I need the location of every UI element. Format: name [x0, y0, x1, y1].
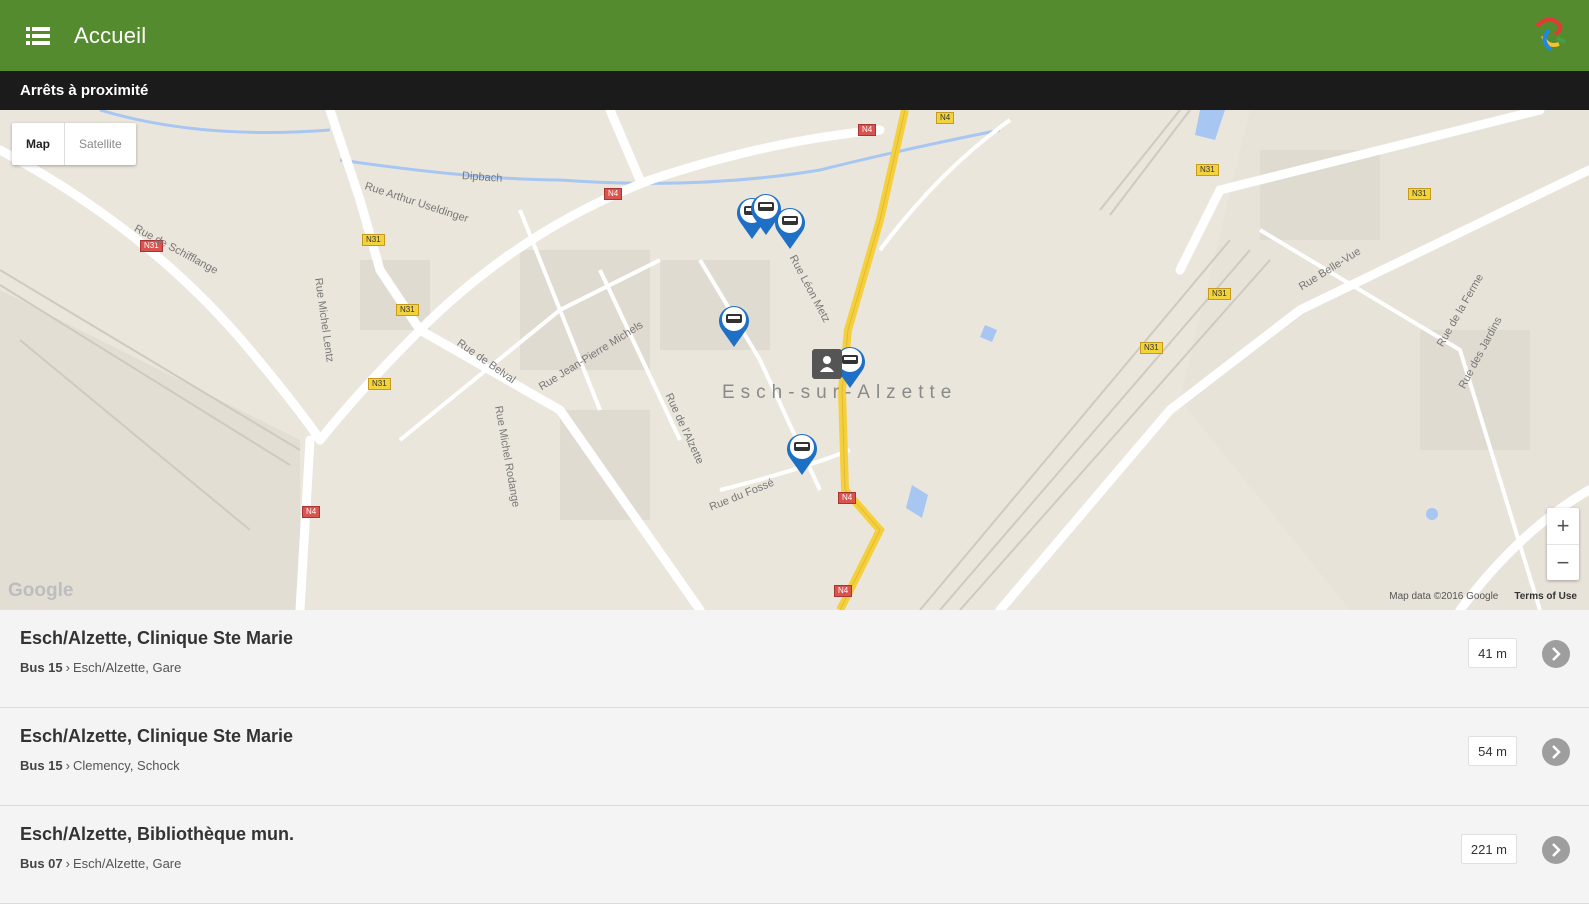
bus-stop-pin[interactable] [772, 204, 808, 250]
stop-route: Bus 15 › Clemency, Schock [20, 758, 180, 773]
chevron-right-icon[interactable] [1542, 640, 1570, 668]
distance-badge: 41 m [1468, 638, 1517, 668]
stop-route: Bus 07 › Esch/Alzette, Gare [20, 856, 181, 871]
arrow-icon: › [65, 758, 70, 773]
map-type-satellite-button[interactable]: Satellite [65, 123, 136, 165]
stop-name: Esch/Alzette, Clinique Ste Marie [20, 628, 294, 648]
road-badge: N31 [368, 378, 391, 390]
map-attribution: Map data ©2016 Google Terms of Use [1389, 591, 1577, 602]
map-type-map-button[interactable]: Map [12, 123, 65, 165]
list-item[interactable]: Esch/Alzette, Clinique Ste Marie Bus 15 ›… [0, 708, 1589, 806]
map-type-control: Map Satellite [12, 123, 136, 165]
menu-icon [26, 26, 50, 45]
road-badge: N4 [936, 112, 955, 124]
road-badge: N4 [838, 492, 857, 504]
distance-badge: 221 m [1460, 834, 1517, 864]
chevron-right-icon[interactable] [1542, 836, 1570, 864]
bus-line: Bus 15 [20, 758, 63, 773]
app-bar: Accueil [0, 0, 1589, 71]
destination: Esch/Alzette, Gare [72, 660, 182, 675]
menu-button[interactable] [18, 16, 58, 56]
app-logo-icon [1535, 17, 1566, 52]
bus-line: Bus 15 [20, 660, 63, 675]
page-title: Accueil [74, 22, 147, 48]
road-badge: N4 [302, 506, 321, 518]
terms-of-use-link[interactable]: Terms of Use [1514, 591, 1577, 602]
chevron-right-icon[interactable] [1542, 738, 1570, 766]
road-badge: N4 [858, 124, 877, 136]
person-icon [820, 356, 834, 372]
bus-stop-pin[interactable] [716, 302, 752, 348]
stop-name: Esch/Alzette, Clinique Ste Marie [20, 726, 294, 746]
zoom-control: + − [1547, 508, 1579, 580]
arrow-icon: › [65, 660, 70, 675]
destination: Esch/Alzette, Gare [72, 856, 182, 871]
list-item[interactable]: Esch/Alzette, Bibliothèque mun. Bus 07 › E… [0, 806, 1589, 904]
destination: Clemency, Schock [72, 758, 180, 773]
stops-list: Esch/Alzette, Clinique Ste Marie Bus 15 ›… [0, 610, 1589, 904]
list-item[interactable]: Esch/Alzette, Clinique Ste Marie Bus 15 ›… [0, 610, 1589, 708]
bus-line: Bus 07 [20, 856, 63, 871]
road-badge: N31 [1208, 288, 1231, 300]
road-badge: N31 [1408, 188, 1431, 200]
road-badge: N31 [362, 234, 385, 246]
map-data-attribution: Map data ©2016 Google [1389, 591, 1499, 602]
section-title: Arrêts à proximité [20, 82, 149, 99]
road-badge: N4 [834, 585, 853, 597]
road-badge: N31 [396, 304, 419, 316]
road-badge: N31 [1196, 164, 1219, 176]
user-location-marker[interactable] [812, 349, 842, 379]
google-logo: Google [8, 580, 74, 601]
stop-name: Esch/Alzette, Bibliothèque mun. [20, 824, 295, 844]
distance-badge: 54 m [1468, 736, 1517, 766]
zoom-out-button[interactable]: − [1547, 545, 1579, 581]
map-view[interactable]: N4 N4 N4 N31 N31 N31 N31 N4 N4 N4 N31 N3… [0, 110, 1589, 610]
zoom-in-button[interactable]: + [1547, 508, 1579, 544]
road-badge: N31 [1140, 342, 1163, 354]
stop-route: Bus 15 › Esch/Alzette, Gare [20, 660, 181, 675]
map-base-layer [0, 110, 1589, 610]
road-badge: N4 [604, 188, 623, 200]
bus-stop-pin[interactable] [784, 430, 820, 476]
arrow-icon: › [65, 856, 70, 871]
section-header: Arrêts à proximité [0, 71, 1589, 110]
